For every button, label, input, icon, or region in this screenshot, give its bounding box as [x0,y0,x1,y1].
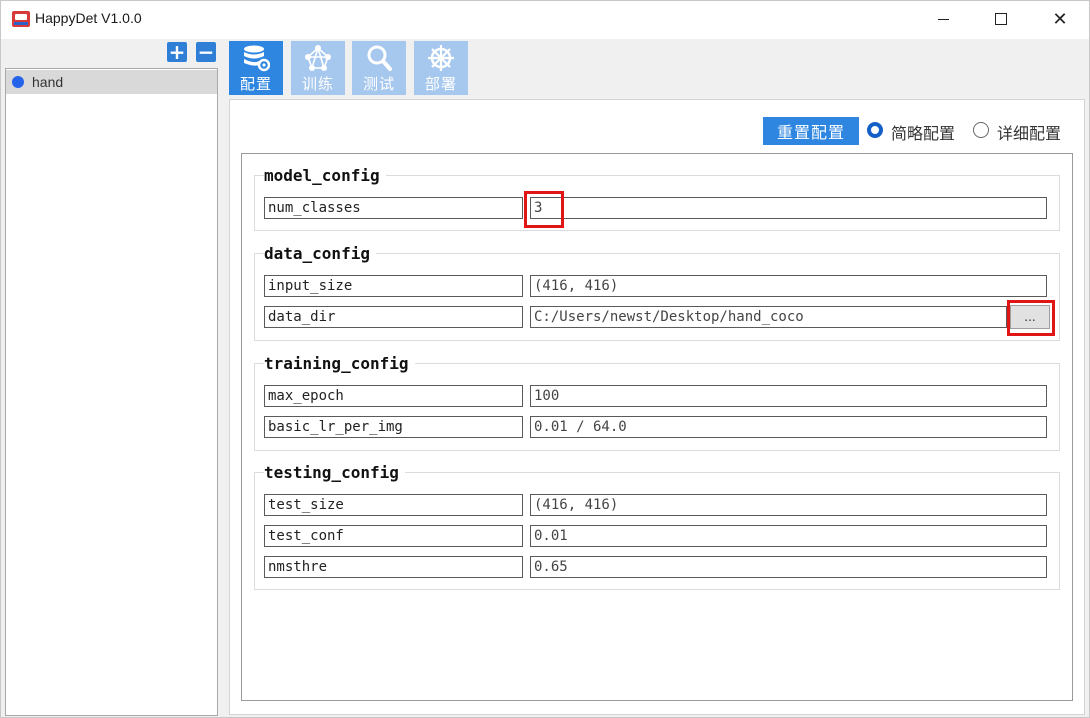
training-config-title: training_config [264,354,415,373]
helm-icon [428,45,454,71]
app-window: HappyDet V1.0.0 ✕ + − hand 配置 训练 测试 部署 重… [0,0,1090,718]
tab-deploy-label: 部署 [424,75,457,93]
tab-test-label: 测试 [362,75,395,93]
app-logo-icon [12,11,30,27]
model-config-title: model_config [264,166,386,185]
project-dot-icon [12,76,24,88]
max-epoch-label: max_epoch [264,385,523,407]
tab-train[interactable]: 训练 [291,41,345,95]
remove-project-button[interactable]: − [196,42,216,62]
input-size-label: input_size [264,275,523,297]
data-dir-input[interactable]: C:/Users/newst/Desktop/hand_coco [530,306,1007,328]
maximize-icon [995,13,1007,25]
mode-detail-label[interactable]: 详细配置 [997,120,1061,144]
title-bar: HappyDet V1.0.0 ✕ [1,1,1089,39]
close-button[interactable]: ✕ [1031,1,1089,37]
mode-simple-label[interactable]: 简略配置 [891,120,955,144]
tab-test[interactable]: 测试 [352,41,406,95]
tab-config-label: 配置 [239,75,272,93]
add-project-button[interactable]: + [167,42,187,62]
reset-config-button[interactable]: 重置配置 [763,117,859,145]
max-epoch-input[interactable]: 100 [530,385,1047,407]
project-item-label: hand [32,74,64,90]
minimize-button[interactable] [914,1,972,37]
magnifier-icon [367,45,392,71]
num-classes-label: num_classes [264,197,523,219]
close-icon: ✕ [1052,8,1068,30]
test-size-label: test_size [264,494,523,516]
tab-deploy[interactable]: 部署 [414,41,468,95]
nmsthre-label: nmsthre [264,556,523,578]
test-conf-input[interactable]: 0.01 [530,525,1047,547]
test-size-input[interactable]: (416, 416) [530,494,1047,516]
testing-config-title: testing_config [264,463,405,482]
project-list: hand [5,68,218,716]
network-icon [305,45,331,71]
window-title: HappyDet V1.0.0 [35,10,142,26]
mode-simple-radio[interactable] [867,122,883,138]
input-size-input[interactable]: (416, 416) [530,275,1047,297]
minimize-icon [937,18,949,20]
basic-lr-input[interactable]: 0.01 / 64.0 [530,416,1047,438]
data-dir-label: data_dir [264,306,523,328]
test-conf-label: test_conf [264,525,523,547]
maximize-button[interactable] [972,1,1030,37]
browse-data-dir-button[interactable]: ... [1010,305,1050,329]
tab-config[interactable]: 配置 [229,41,283,95]
nmsthre-input[interactable]: 0.65 [530,556,1047,578]
num-classes-input[interactable]: 3 [530,197,1047,219]
database-gear-icon [244,45,270,72]
project-item-hand[interactable]: hand [6,70,217,94]
data-config-title: data_config [264,244,376,263]
tab-train-label: 训练 [301,75,334,93]
mode-detail-radio[interactable] [973,122,989,138]
basic-lr-label: basic_lr_per_img [264,416,523,438]
